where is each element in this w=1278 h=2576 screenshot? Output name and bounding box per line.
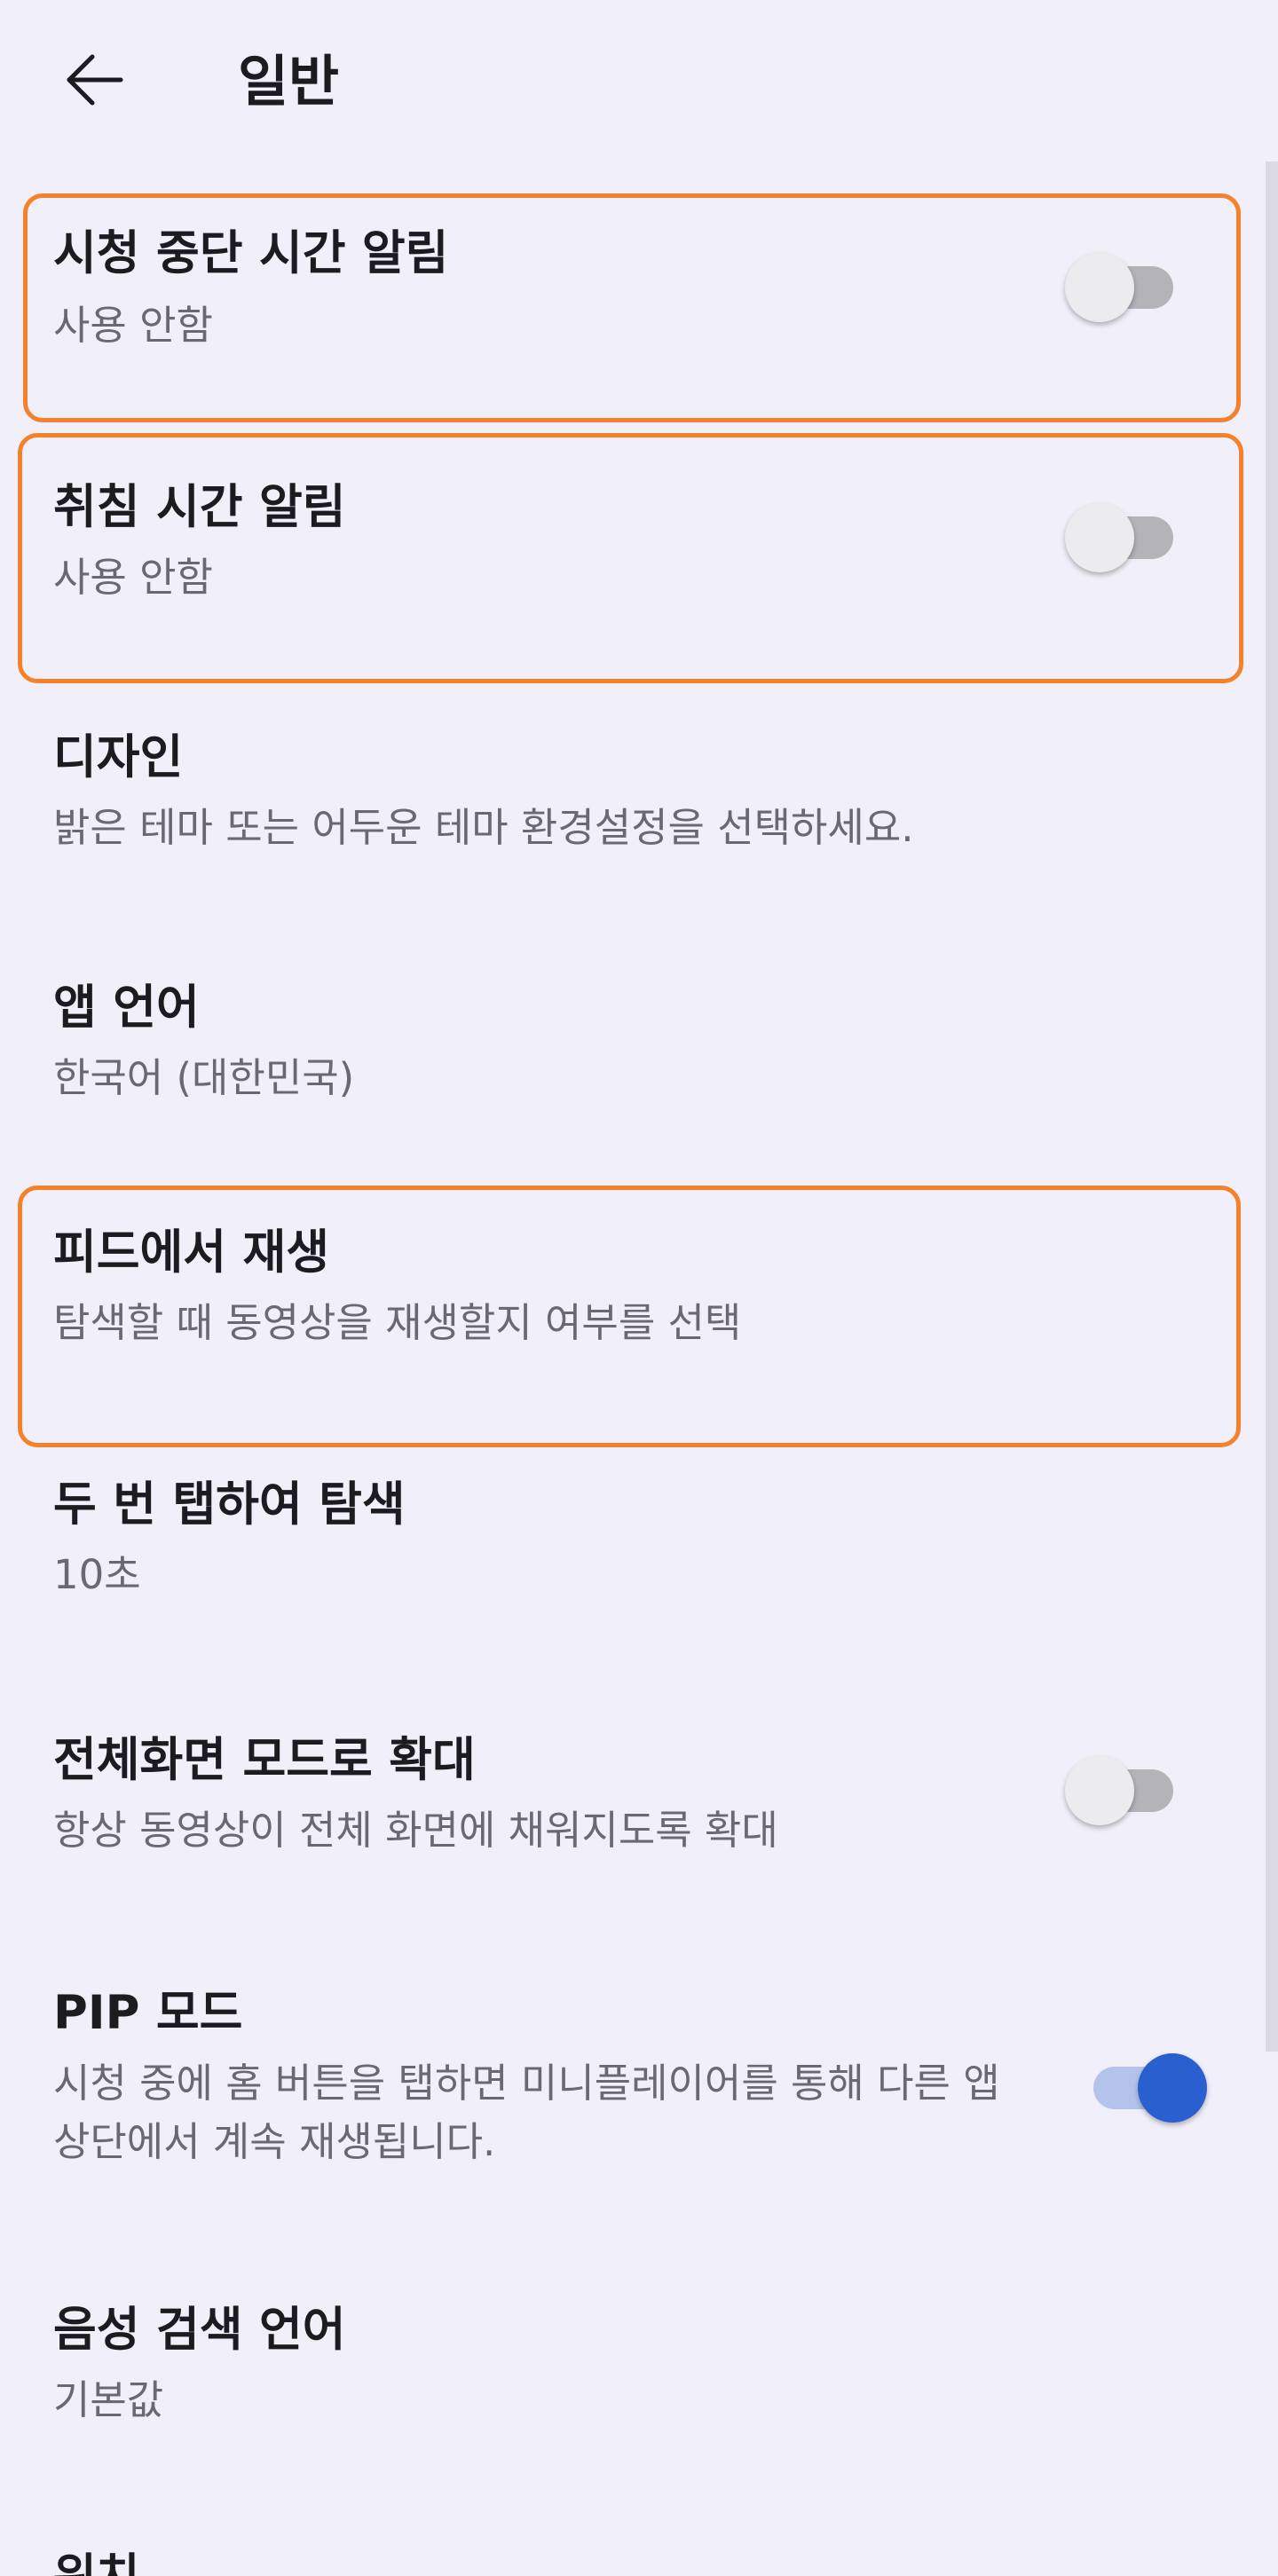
setting-subtitle: 탐색할 때 동영상을 재생할지 여부를 선택 bbox=[53, 1299, 742, 1346]
toggle-thumb bbox=[1065, 1756, 1134, 1825]
setting-title: 시청 중단 시간 알림 bbox=[53, 226, 449, 280]
page-title: 일반 bbox=[238, 49, 340, 114]
bedtime-reminder-toggle[interactable] bbox=[1065, 495, 1180, 580]
setting-row-playback-in-feeds[interactable]: 피드에서 재생 탐색할 때 동영상을 재생할지 여부를 선택 bbox=[0, 1189, 1260, 1442]
setting-subtitle: 사용 안함 bbox=[53, 554, 213, 601]
zoom-to-fill-toggle[interactable] bbox=[1065, 1748, 1180, 1833]
setting-row-zoom-to-fill[interactable]: 전체화면 모드로 확대 항상 동영상이 전체 화면에 채워지도록 확대 bbox=[0, 1713, 1260, 1952]
setting-row-double-tap-seek[interactable]: 두 번 탭하여 탐색 10초 bbox=[0, 1455, 1260, 1695]
setting-title: 취침 시간 알림 bbox=[53, 480, 346, 534]
setting-title: 앱 언어 bbox=[53, 981, 200, 1035]
setting-title: 위치 bbox=[53, 2545, 140, 2576]
pip-mode-toggle[interactable] bbox=[1093, 2045, 1209, 2131]
setting-subtitle: 밝은 테마 또는 어두운 테마 환경설정을 선택하세요. bbox=[53, 804, 914, 851]
setting-row-pip-mode[interactable]: PIP 모드 시청 중에 홈 버튼을 탭하면 미니플레이어를 통해 다른 앱 상… bbox=[0, 1965, 1260, 2249]
toggle-thumb bbox=[1065, 253, 1134, 322]
toggle-thumb bbox=[1065, 503, 1134, 572]
setting-row-appearance[interactable]: 디자인 밝은 테마 또는 어두운 테마 환경설정을 선택하세요. bbox=[0, 701, 1260, 932]
setting-row-location[interactable]: 위치 bbox=[0, 2529, 1260, 2576]
take-a-break-toggle[interactable] bbox=[1065, 245, 1180, 330]
setting-subtitle: 항상 동영상이 전체 화면에 채워지도록 확대 bbox=[53, 1807, 778, 1854]
setting-title: 피드에서 재생 bbox=[53, 1225, 330, 1280]
setting-subtitle: 10초 bbox=[53, 1551, 141, 1598]
setting-row-bedtime-reminder[interactable]: 취침 시간 알림 사용 안함 bbox=[0, 444, 1260, 674]
toggle-thumb bbox=[1138, 2053, 1207, 2123]
setting-row-take-a-break[interactable]: 시청 중단 시간 알림 사용 안함 bbox=[0, 204, 1260, 417]
scrollbar[interactable] bbox=[1266, 161, 1278, 2052]
setting-row-voice-search-language[interactable]: 음성 검색 언어 기본값 bbox=[0, 2281, 1260, 2511]
setting-row-app-language[interactable]: 앱 언어 한국어 (대한민국) bbox=[0, 949, 1260, 1180]
setting-title: 전체화면 모드로 확대 bbox=[53, 1733, 476, 1787]
setting-title: 음성 검색 언어 bbox=[53, 2303, 346, 2357]
setting-subtitle: 사용 안함 bbox=[53, 302, 213, 349]
setting-title: PIP 모드 bbox=[53, 1986, 243, 2040]
setting-subtitle: 시청 중에 홈 버튼을 탭하면 미니플레이어를 통해 다른 앱 상단에서 계속 … bbox=[53, 2060, 1000, 2165]
setting-subtitle: 기본값 bbox=[53, 2376, 164, 2423]
app-bar: 일반 bbox=[0, 0, 1278, 164]
setting-title: 디자인 bbox=[53, 730, 184, 784]
arrow-left-icon bbox=[67, 54, 123, 106]
back-button[interactable] bbox=[51, 37, 137, 122]
setting-title: 두 번 탭하여 탐색 bbox=[53, 1477, 406, 1532]
setting-subtitle: 한국어 (대한민국) bbox=[53, 1054, 355, 1101]
